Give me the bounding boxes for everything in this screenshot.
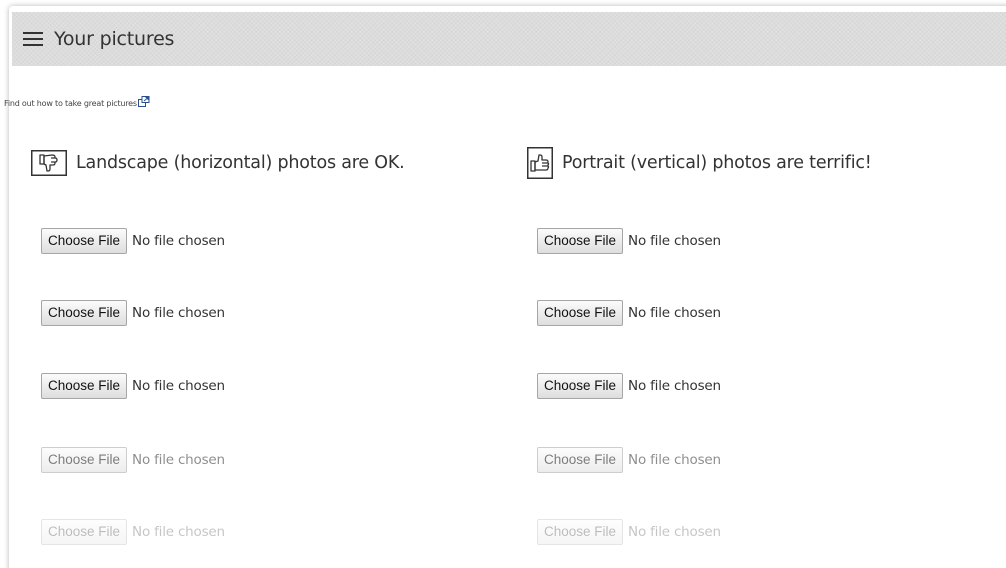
file-status: No file chosen <box>628 452 721 468</box>
hamburger-menu-icon[interactable] <box>21 27 45 51</box>
choose-file-button[interactable]: Choose File <box>537 519 624 545</box>
portrait-file-input-2[interactable]: Choose File No file chosen <box>537 300 721 326</box>
landscape-file-input-2[interactable]: Choose File No file chosen <box>41 300 225 326</box>
file-status: No file chosen <box>132 378 225 394</box>
choose-file-button[interactable]: Choose File <box>537 447 624 473</box>
portrait-file-input-4[interactable]: Choose File No file chosen <box>537 447 721 473</box>
file-status: No file chosen <box>132 233 225 249</box>
help-link[interactable]: Find out how to take great pictures <box>4 96 150 109</box>
landscape-file-input-1[interactable]: Choose File No file chosen <box>41 228 225 254</box>
page-header: Your pictures <box>12 12 1006 66</box>
portrait-column: Portrait (vertical) photos are terrific! <box>527 142 872 184</box>
portrait-file-input-5[interactable]: Choose File No file chosen <box>537 519 721 545</box>
choose-file-button[interactable]: Choose File <box>537 228 624 254</box>
help-link-text: Find out how to take great pictures <box>4 99 137 108</box>
file-status: No file chosen <box>628 233 721 249</box>
choose-file-button[interactable]: Choose File <box>41 300 128 326</box>
choose-file-button[interactable]: Choose File <box>537 300 624 326</box>
choose-file-button[interactable]: Choose File <box>41 447 128 473</box>
file-status: No file chosen <box>628 378 721 394</box>
pictures-card <box>9 6 1006 568</box>
file-status: No file chosen <box>132 305 225 321</box>
choose-file-button[interactable]: Choose File <box>41 373 128 399</box>
page-title: Your pictures <box>54 28 175 50</box>
portrait-file-input-3[interactable]: Choose File No file chosen <box>537 373 721 399</box>
landscape-file-input-4[interactable]: Choose File No file chosen <box>41 447 225 473</box>
choose-file-button[interactable]: Choose File <box>41 519 128 545</box>
file-status: No file chosen <box>628 524 721 540</box>
choose-file-button[interactable]: Choose File <box>537 373 624 399</box>
file-status: No file chosen <box>132 452 225 468</box>
external-link-icon <box>137 96 150 109</box>
choose-file-button[interactable]: Choose File <box>41 228 128 254</box>
thumbs-up-icon <box>527 147 553 179</box>
portrait-file-input-1[interactable]: Choose File No file chosen <box>537 228 721 254</box>
landscape-column: Landscape (horizontal) photos are OK. <box>31 142 405 184</box>
landscape-heading: Landscape (horizontal) photos are OK. <box>31 142 405 184</box>
landscape-file-input-3[interactable]: Choose File No file chosen <box>41 373 225 399</box>
portrait-heading-text: Portrait (vertical) photos are terrific! <box>562 153 872 173</box>
portrait-heading: Portrait (vertical) photos are terrific! <box>527 142 872 184</box>
landscape-file-input-5[interactable]: Choose File No file chosen <box>41 519 225 545</box>
landscape-heading-text: Landscape (horizontal) photos are OK. <box>76 153 405 173</box>
thumbs-down-icon <box>31 150 67 176</box>
file-status: No file chosen <box>132 524 225 540</box>
file-status: No file chosen <box>628 305 721 321</box>
